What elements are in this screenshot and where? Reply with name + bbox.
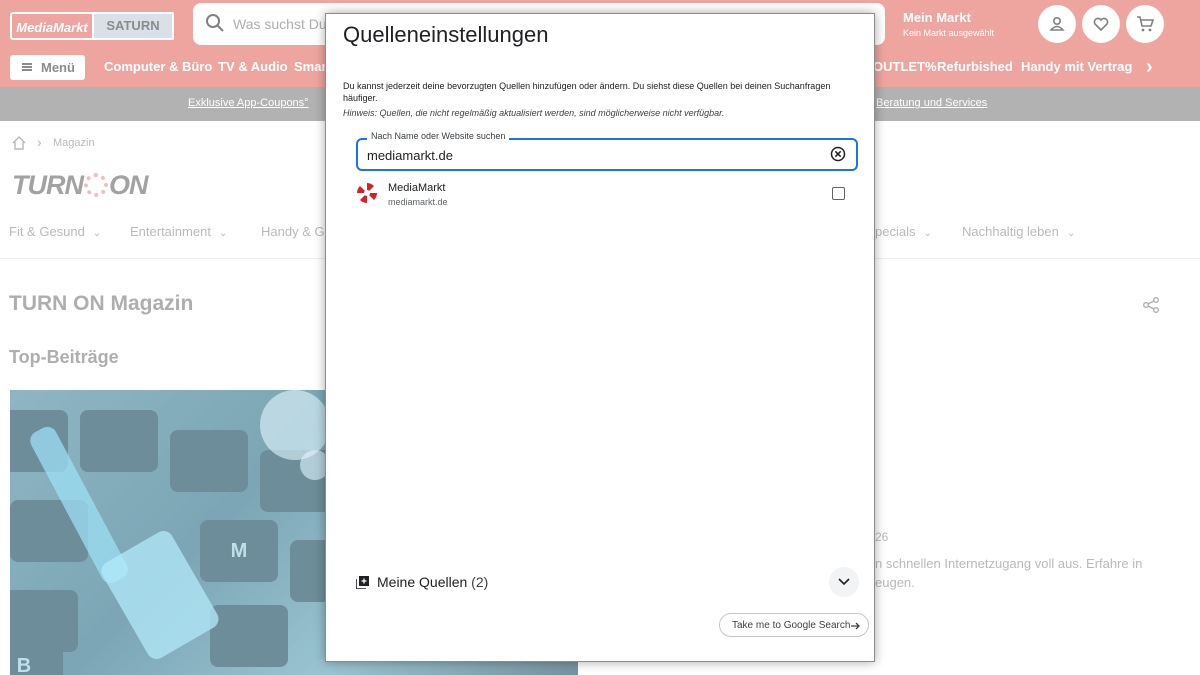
dialog-hint: Hinweis: Quellen, die nicht regelmäßig a…: [343, 108, 725, 118]
mediamarkt-favicon-icon: [357, 183, 377, 203]
library-add-icon: [356, 576, 369, 589]
dialog-title: Quelleneinstellungen: [343, 22, 549, 47]
my-sources-count: (2): [471, 574, 489, 590]
my-sources-section[interactable]: Meine Quellen (2): [356, 567, 860, 597]
arrow-right-icon: [851, 622, 860, 630]
source-search-field[interactable]: Nach Name oder Website suchen: [356, 131, 858, 171]
source-search-input[interactable]: [367, 145, 817, 165]
source-search-label: Nach Name oder Website suchen: [367, 131, 510, 141]
clear-icon[interactable]: [830, 146, 846, 162]
expand-sources-button[interactable]: [829, 567, 859, 597]
source-result-url: mediamarkt.de: [388, 197, 448, 207]
source-result-row[interactable]: MediaMarkt mediamarkt.de: [356, 178, 858, 214]
chevron-down-icon: [838, 578, 850, 586]
source-result-name: MediaMarkt: [388, 182, 446, 194]
dialog-description: Du kannst jederzeit deine bevorzugten Qu…: [343, 81, 831, 103]
my-sources-label: Meine Quellen (2): [377, 574, 488, 590]
google-search-button[interactable]: Take me to Google Search: [719, 613, 869, 637]
source-settings-dialog: Quelleneinstellungen Du kannst jederzeit…: [325, 13, 875, 662]
google-search-button-label: Take me to Google Search: [732, 620, 851, 631]
source-result-checkbox[interactable]: [832, 187, 845, 200]
my-sources-text: Meine Quellen: [377, 574, 468, 590]
